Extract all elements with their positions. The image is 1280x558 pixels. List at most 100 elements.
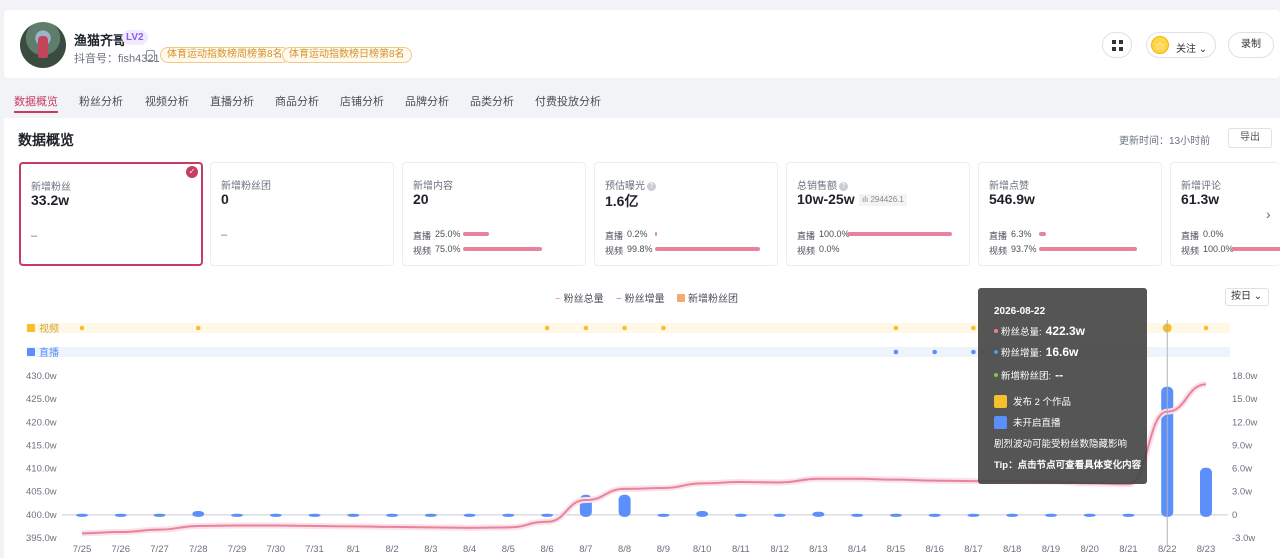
qr-code-icon — [1112, 40, 1123, 51]
sub-row-percent: 6.3% — [1011, 229, 1032, 239]
video-day-dot — [195, 325, 201, 331]
tab-paid-ads[interactable]: 付费投放分析 — [535, 93, 601, 109]
star-icon: ☆ — [1151, 36, 1169, 54]
share-bar — [847, 232, 952, 236]
metric-value: 10w-25w — [797, 191, 855, 207]
x-axis-tick: 8/16 — [925, 544, 944, 555]
sub-row-percent: 75.0% — [435, 244, 461, 254]
x-axis-tick: 7/29 — [228, 544, 247, 555]
share-bar — [463, 247, 542, 251]
tab-goods[interactable]: 商品分析 — [275, 93, 319, 109]
chevron-down-icon: ⌄ — [1196, 44, 1208, 55]
daily-rank-badge[interactable]: 体育运动指数榜日榜第8名 — [282, 47, 412, 63]
tab-shop[interactable]: 店铺分析 — [340, 93, 384, 109]
metric-card-new-fans[interactable]: 新增粉丝 33.2w – ✓ — [19, 162, 203, 266]
increase-bar — [308, 513, 321, 517]
video-day-dot — [583, 325, 589, 331]
tab-brand[interactable]: 品牌分析 — [405, 93, 449, 109]
sub-row-label: 直播 — [1181, 231, 1200, 241]
sub-row-percent: 93.7% — [1011, 244, 1037, 254]
right-axis-tick: -3.0w — [1232, 533, 1255, 544]
x-axis-tick: 8/4 — [463, 544, 476, 555]
weekly-rank-badge[interactable]: 体育运动指数榜周榜第8名 — [160, 47, 290, 63]
metric-card-likes[interactable]: 新增点赞 546.9w 直播 6.3% 视频 93.7% — [978, 162, 1162, 266]
left-axis-tick: 430.0w — [26, 371, 57, 382]
metric-empty: – — [221, 229, 228, 241]
profile-card: 渔猫齐哥 LV2 抖音号：fish4321 体育运动指数榜周榜第8名 体育运动指… — [4, 10, 1280, 78]
tab-category[interactable]: 品类分析 — [470, 93, 514, 109]
export-button[interactable]: 导出 — [1228, 128, 1272, 148]
x-axis-tick: 7/25 — [73, 544, 92, 555]
video-row-icon — [27, 324, 35, 332]
sub-row-percent: 99.8% — [627, 244, 653, 254]
sub-row-percent: 0.0% — [1203, 229, 1224, 239]
x-axis-tick: 8/1 — [347, 544, 360, 555]
x-axis-tick: 8/21 — [1119, 544, 1138, 555]
right-axis-tick: 6.0w — [1232, 464, 1252, 475]
x-axis-tick: 8/12 — [770, 544, 789, 555]
x-axis-tick: 7/26 — [112, 544, 131, 555]
increase-bar — [1044, 513, 1057, 517]
tooltip-live: 未开启直播 — [994, 415, 1061, 429]
sub-row-label: 视频 — [413, 246, 432, 256]
chevron-right-icon[interactable]: › — [1266, 206, 1271, 222]
increase-bar — [967, 513, 980, 517]
right-axis-tick: 0 — [1232, 510, 1237, 521]
left-axis-tick: 405.0w — [26, 487, 57, 498]
metric-value: 61.3w — [1181, 191, 1220, 207]
sub-row-label: 直播 — [989, 231, 1008, 241]
tab-fans[interactable]: 粉丝分析 — [79, 93, 123, 109]
avatar[interactable] — [20, 22, 66, 68]
metric-card-sales[interactable]: 总销售额? 10w-25w ılı 294426.1 直播 100.0% 视频 0.0… — [786, 162, 970, 266]
info-icon[interactable]: ? — [839, 182, 848, 191]
video-row-label: 视频 — [39, 322, 59, 335]
record-button[interactable]: 录制 — [1228, 32, 1274, 58]
metric-card-exposure[interactable]: 预估曝光? 1.6亿 直播 0.2% 视频 99.8% — [594, 162, 778, 266]
x-axis-tick: 8/18 — [1003, 544, 1022, 555]
level-badge: LV2 — [122, 30, 148, 45]
sub-row-label: 视频 — [989, 246, 1008, 256]
increase-bar — [502, 513, 515, 517]
right-axis-tick: 15.0w — [1232, 394, 1257, 405]
metric-label: 新增粉丝团 — [221, 181, 271, 192]
tooltip-fan-club: 新增粉丝团: -- — [994, 368, 1063, 382]
account-name[interactable]: 渔猫齐哥 — [74, 30, 126, 49]
qr-code-button[interactable] — [1102, 32, 1132, 58]
metric-label: 总销售额? — [797, 177, 848, 192]
x-axis-tick: 7/28 — [189, 544, 208, 555]
metric-sub-row: 视频 99.8% — [605, 244, 760, 257]
dot-icon — [994, 373, 998, 377]
left-axis-tick: 420.0w — [26, 417, 57, 428]
tab-overview[interactable]: 数据概览 — [14, 93, 58, 109]
metric-card-comments[interactable]: 新增评论 61.3w 直播 0.0% 视频 100.0% — [1170, 162, 1280, 266]
follow-button[interactable]: ☆ 关注 ⌄ — [1146, 32, 1216, 58]
increase-bar — [696, 511, 709, 517]
video-day-dot — [893, 325, 899, 331]
copy-icon[interactable] — [146, 50, 155, 61]
metric-label: 新增内容 — [413, 181, 453, 192]
x-axis-tick: 8/7 — [579, 544, 592, 555]
x-axis-tick: 8/10 — [693, 544, 712, 555]
x-axis-tick: 7/31 — [305, 544, 324, 555]
increase-bar — [76, 513, 88, 517]
increase-bar — [347, 513, 360, 517]
info-icon[interactable]: ? — [647, 182, 656, 191]
tooltip-note: 剧烈波动可能受粉丝数隐藏影响 — [994, 439, 1128, 450]
tab-live[interactable]: 直播分析 — [210, 93, 254, 109]
check-icon: ✓ — [186, 166, 198, 178]
share-bar — [1039, 232, 1046, 236]
follow-label: 关注 ⌄ — [1176, 44, 1208, 55]
tab-video[interactable]: 视频分析 — [145, 93, 189, 109]
sub-row-label: 直播 — [413, 231, 432, 241]
live-icon — [994, 416, 1007, 429]
metric-empty: – — [31, 230, 38, 242]
x-axis-tick: 8/20 — [1080, 544, 1099, 555]
left-axis-tick: 395.0w — [26, 533, 57, 544]
metric-sub-row: 直播 25.0% — [413, 229, 490, 242]
metric-card-new-fan-club[interactable]: 新增粉丝团 0 – — [210, 162, 394, 266]
x-axis-tick: 8/6 — [540, 544, 553, 555]
metric-card-new-content[interactable]: 新增内容 20 直播 25.0% 视频 75.0% — [402, 162, 586, 266]
sub-row-percent: 100.0% — [819, 229, 850, 239]
sub-row-percent: 100.0% — [1203, 244, 1234, 254]
increase-bar — [269, 513, 282, 517]
